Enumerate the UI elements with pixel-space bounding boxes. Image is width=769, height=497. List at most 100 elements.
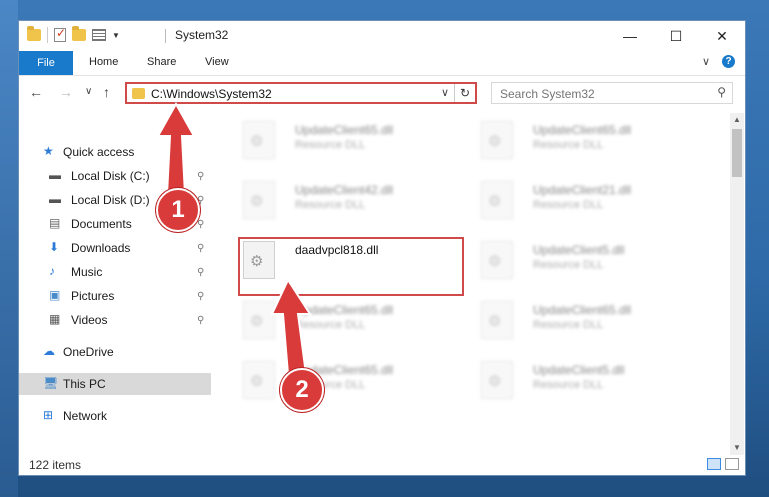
sidebar-item-label: OneDrive [63, 345, 114, 359]
help-icon[interactable]: ? [722, 55, 735, 68]
sidebar-item-label: This PC [63, 377, 106, 391]
dll-file-icon [481, 121, 513, 159]
file-item[interactable]: UpdateClient65.dll Resource DLL [475, 117, 705, 169]
file-item[interactable]: UpdateClient21.dll Resource DLL [475, 177, 705, 229]
toolbar-divider [47, 27, 48, 43]
dll-file-icon [243, 181, 275, 219]
pin-icon: ⚲ [197, 266, 205, 278]
sidebar-item-label: Documents [71, 217, 132, 231]
maximize-button[interactable]: ☐ [653, 21, 699, 51]
file-name: UpdateClient65.dll [533, 303, 632, 317]
star-icon: ★ [43, 144, 54, 158]
window-controls: — ☐ ✕ [607, 21, 745, 51]
annotation-arrow-2 [270, 277, 312, 375]
sidebar-item-label: Network [63, 409, 108, 423]
file-type: Resource DLL [533, 379, 604, 391]
music-icon: ♪ [49, 264, 55, 278]
sidebar-item-label: Videos [71, 313, 108, 327]
sidebar-item-network[interactable]: ⊞ Network [19, 405, 211, 427]
search-icon[interactable]: ⚲ [717, 85, 726, 99]
pin-icon: ⚲ [197, 290, 205, 302]
ribbon-right-controls: ∨ ? [702, 55, 735, 68]
recent-locations-icon[interactable]: ∨ [85, 86, 92, 97]
sidebar-item-onedrive[interactable]: ☁ OneDrive [19, 341, 211, 363]
desktop-background [0, 0, 18, 497]
search-input[interactable] [498, 84, 702, 104]
chevron-down-icon[interactable]: ∨ [702, 55, 710, 68]
file-type: Resource DLL [295, 139, 366, 151]
drive-icon: ▬ [49, 168, 61, 182]
sidebar-item-this-pc[interactable]: 🖥 This PC [19, 373, 211, 395]
file-item[interactable]: UpdateClient65.dll Resource DLL [475, 297, 705, 349]
view-switcher [707, 458, 739, 470]
sidebar-item-music[interactable]: ♪ Music ⚲ [19, 261, 211, 283]
sidebar-item-label: Downloads [71, 241, 131, 255]
dll-file-icon [481, 301, 513, 339]
quick-access-toolbar: ▼ [27, 26, 120, 43]
file-name: UpdateClient65.dll [295, 123, 394, 137]
status-bar: 122 items [19, 455, 745, 477]
pin-icon: ⚲ [197, 242, 205, 254]
close-button[interactable]: ✕ [699, 21, 745, 51]
tab-view[interactable]: View [205, 56, 229, 68]
sidebar-item-label: Local Disk (C:) [71, 169, 150, 183]
address-dropdown-icon[interactable]: ∨ [441, 86, 449, 99]
sidebar-item-pictures[interactable]: ▣ Pictures ⚲ [19, 285, 211, 307]
tab-file[interactable]: File [19, 51, 73, 75]
tab-share[interactable]: Share [147, 56, 176, 68]
file-type: Resource DLL [533, 139, 604, 151]
sidebar-item-label: Music [71, 265, 103, 279]
file-item[interactable]: UpdateClient5.dll Resource DLL [475, 237, 705, 289]
title-bar: ▼ System32 — ☐ ✕ [19, 21, 745, 51]
item-count: 122 items [29, 458, 82, 472]
scroll-down-icon[interactable]: ▼ [730, 441, 744, 455]
document-icon: ▤ [49, 216, 61, 230]
new-folder-icon[interactable] [72, 26, 86, 41]
file-name: UpdateClient5.dll [533, 243, 625, 257]
file-type: Resource DLL [295, 199, 366, 211]
cloud-icon: ☁ [43, 344, 55, 358]
video-icon: ▦ [49, 312, 61, 326]
file-type: Resource DLL [533, 259, 604, 271]
scroll-thumb[interactable] [732, 129, 742, 177]
search-box[interactable]: ⚲ [491, 82, 733, 104]
sidebar-item-label: Pictures [71, 289, 115, 303]
back-arrow-icon[interactable]: ← [29, 84, 43, 100]
customize-toolbar-icon[interactable] [92, 29, 106, 41]
minimize-button[interactable]: — [607, 21, 653, 51]
sidebar-item-videos[interactable]: ▦ Videos ⚲ [19, 309, 211, 331]
sidebar-item-label: Quick access [63, 145, 135, 159]
toolbar-dropdown-icon[interactable]: ▼ [112, 31, 120, 40]
refresh-icon[interactable]: ↻ [454, 84, 475, 102]
forward-arrow-icon[interactable]: → [59, 84, 73, 100]
picture-icon: ▣ [49, 288, 61, 302]
scroll-up-icon[interactable]: ▲ [730, 113, 744, 127]
sidebar-item-downloads[interactable]: ⬇ Downloads ⚲ [19, 237, 211, 259]
navigation-bar: ← → ∨ ↑ C:\Windows\System32 ∨ ↻ ⚲ [19, 76, 745, 110]
properties-check-icon[interactable] [54, 26, 66, 42]
annotation-badge-2: 2 [280, 368, 324, 412]
file-name: UpdateClient42.dll [295, 183, 394, 197]
folder-icon [27, 26, 41, 41]
network-icon: ⊞ [43, 408, 54, 422]
details-view-icon[interactable] [707, 458, 721, 470]
up-arrow-icon[interactable]: ↑ [103, 84, 110, 100]
drive-icon: ▬ [49, 192, 61, 206]
tab-home[interactable]: Home [89, 56, 118, 68]
large-icons-view-icon[interactable] [725, 458, 739, 470]
folder-icon [132, 88, 145, 99]
download-icon: ⬇ [49, 240, 60, 254]
file-item[interactable]: UpdateClient65.dll Resource DLL [237, 117, 467, 169]
sidebar-item-label: Local Disk (D:) [71, 193, 150, 207]
title-divider [165, 29, 166, 43]
file-name: UpdateClient21.dll [533, 183, 632, 197]
file-item[interactable]: UpdateClient42.dll Resource DLL [237, 177, 467, 229]
file-item[interactable]: UpdateClient5.dll Resource DLL [475, 357, 705, 409]
dll-file-icon [481, 181, 513, 219]
dll-file-icon [243, 121, 275, 159]
file-type: Resource DLL [533, 319, 604, 331]
pin-icon: ⚲ [197, 314, 205, 326]
file-name: UpdateClient5.dll [533, 363, 625, 377]
vertical-scrollbar[interactable]: ▲ ▼ [730, 113, 744, 455]
window-title: System32 [175, 28, 229, 42]
